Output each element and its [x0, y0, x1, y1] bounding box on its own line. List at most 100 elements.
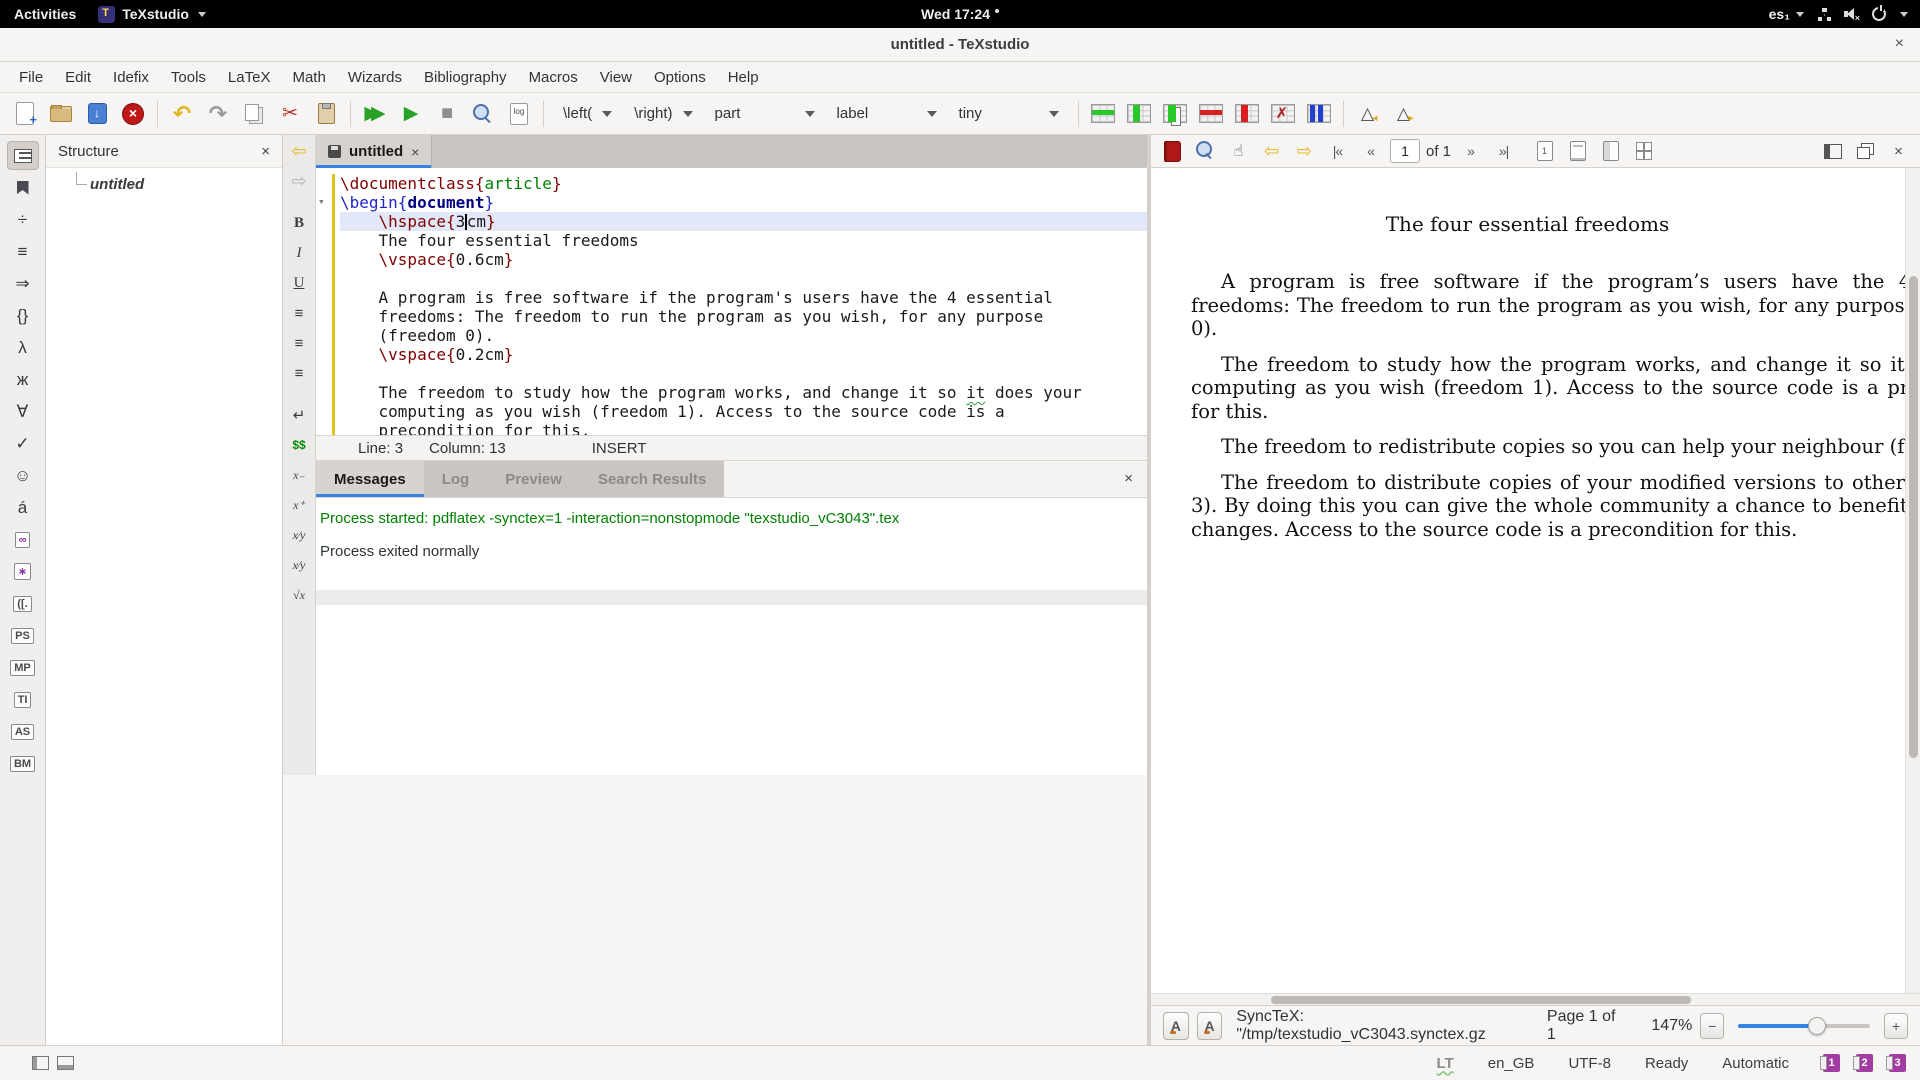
menu-view[interactable]: View	[589, 64, 643, 91]
symbols-misc-icon[interactable]: ☺	[7, 461, 39, 490]
go-back-icon[interactable]: ⇦	[1258, 138, 1285, 164]
line-ending-indicator[interactable]: Automatic	[1722, 1055, 1789, 1072]
structure-close-button[interactable]: ×	[261, 143, 270, 160]
messages-close-button[interactable]: ×	[1124, 470, 1133, 487]
bookmark-1-icon[interactable]: 1	[1823, 1054, 1840, 1072]
languagetool-indicator[interactable]: LT	[1437, 1055, 1454, 1072]
jump-forward-icon[interactable]: ⇨	[286, 169, 312, 193]
align-left-icon[interactable]: ≡	[286, 301, 312, 325]
add-table-row-icon[interactable]	[1088, 100, 1118, 128]
activities-button[interactable]: Activities	[14, 6, 76, 22]
menu-wizards[interactable]: Wizards	[337, 64, 413, 91]
right-delimiter-combo[interactable]: \right)	[624, 101, 702, 126]
zoom-tool-icon[interactable]	[1192, 138, 1219, 164]
align-right-icon[interactable]: ≡	[286, 361, 312, 385]
math-relations-icon[interactable]: ≡	[7, 237, 39, 266]
menu-help[interactable]: Help	[717, 64, 770, 91]
zoom-out-button[interactable]: −	[1700, 1013, 1724, 1039]
menu-tools[interactable]: Tools	[160, 64, 217, 91]
menu-bibliography[interactable]: Bibliography	[413, 64, 518, 91]
pan-tool-icon[interactable]: ☝	[1225, 138, 1252, 164]
code-editor[interactable]: ▾ \documentclass{article}\begin{document…	[316, 168, 1147, 435]
build-and-view-icon[interactable]: ▶▶	[360, 100, 390, 128]
superscript-icon[interactable]: x⁺	[286, 493, 312, 517]
math-delimiters-icon[interactable]: {}	[7, 301, 39, 330]
compile-icon[interactable]: ▶	[396, 100, 426, 128]
accented-letters-icon[interactable]: á	[7, 493, 39, 522]
two-page-mode-icon[interactable]	[1597, 138, 1624, 164]
tab-messages[interactable]: Messages	[316, 461, 424, 497]
pdf-horizontal-scrollbar[interactable]	[1151, 993, 1920, 1005]
menu-edit[interactable]: Edit	[54, 64, 102, 91]
remove-table-column-icon[interactable]	[1232, 100, 1262, 128]
special-symbols-icon[interactable]: ∗	[7, 557, 39, 586]
metapost-panel-icon[interactable]: MP	[7, 653, 39, 682]
left-delimiter-combo[interactable]: \left(	[553, 101, 622, 126]
pdf-page-view[interactable]: The four essential freedoms A program is…	[1151, 168, 1920, 993]
inline-fraction-icon[interactable]: x⁄y	[286, 523, 312, 547]
asymptote-panel-icon[interactable]: AS	[7, 717, 39, 746]
inline-math-icon[interactable]: $$	[286, 433, 312, 457]
close-document-icon[interactable]	[118, 100, 148, 128]
jump-back-icon[interactable]: ⇦	[286, 139, 312, 163]
toggle-side-panel-icon[interactable]	[32, 1056, 49, 1070]
tikz-panel-icon[interactable]: TI	[7, 685, 39, 714]
clock[interactable]: Wed 17:24	[921, 6, 999, 22]
stop-compile-icon[interactable]: ■	[432, 100, 462, 128]
menu-file[interactable]: File	[8, 64, 54, 91]
pdf-vertical-scrollbar[interactable]	[1905, 168, 1920, 993]
editor-tab-close-icon[interactable]: ×	[411, 144, 419, 160]
keyboard-layout-indicator[interactable]: es₁	[1769, 6, 1804, 22]
font-embed-toggle-a[interactable]: A	[1163, 1012, 1189, 1040]
open-document-icon[interactable]	[46, 100, 76, 128]
toggle-bottom-panel-icon[interactable]	[57, 1056, 74, 1070]
menu-options[interactable]: Options	[643, 64, 717, 91]
toggle-side-panel-icon[interactable]	[1819, 138, 1846, 164]
bold-icon[interactable]: B	[286, 211, 312, 235]
structure-tree[interactable]: untitled	[46, 168, 282, 1045]
previous-page-icon[interactable]: «	[1357, 138, 1384, 164]
redo-icon[interactable]: ↷	[203, 100, 233, 128]
tab-search-results[interactable]: Search Results	[580, 461, 724, 497]
menu-idefix[interactable]: Idefix	[102, 64, 160, 91]
math-arrows-icon[interactable]: ⇒	[7, 269, 39, 298]
cyrillic-letters-icon[interactable]: ж	[7, 365, 39, 394]
fraction-icon[interactable]: x∕y	[286, 553, 312, 577]
greek-letters-icon[interactable]: λ	[7, 333, 39, 362]
sectioning-combo[interactable]: part	[705, 101, 825, 126]
infinity-symbols-icon[interactable]: ∞	[7, 525, 39, 554]
detach-viewer-icon[interactable]	[1852, 138, 1879, 164]
continuous-mode-icon[interactable]	[1564, 138, 1591, 164]
language-indicator[interactable]: en_GB	[1488, 1055, 1535, 1072]
structure-tree-item-untitled[interactable]: untitled	[74, 176, 282, 193]
go-forward-icon[interactable]: ⇨	[1291, 138, 1318, 164]
structure-panel-icon[interactable]	[7, 141, 39, 170]
system-tray[interactable]: ×	[1818, 7, 1908, 21]
square-root-icon[interactable]: √x	[286, 583, 312, 607]
next-warning-icon[interactable]: △▸	[1389, 100, 1419, 128]
scrollbar-thumb[interactable]	[1909, 276, 1918, 758]
view-log-icon[interactable]	[504, 100, 534, 128]
single-page-mode-icon[interactable]	[1531, 138, 1558, 164]
paste-icon[interactable]	[311, 100, 341, 128]
zoom-in-button[interactable]: +	[1884, 1013, 1908, 1039]
newline-icon[interactable]: ↵	[286, 403, 312, 427]
math-operators-icon[interactable]: ÷	[7, 205, 39, 234]
zoom-slider-handle[interactable]	[1808, 1017, 1826, 1035]
paste-table-column-icon[interactable]	[1160, 100, 1190, 128]
italic-icon[interactable]: I	[286, 241, 312, 265]
menu-macros[interactable]: Macros	[518, 64, 589, 91]
math-misc-icon[interactable]: ∀	[7, 397, 39, 426]
zoom-slider[interactable]	[1738, 1013, 1870, 1039]
bookmark-3-icon[interactable]: 3	[1889, 1054, 1906, 1072]
align-center-icon[interactable]: ≡	[286, 331, 312, 355]
bookmarks-panel-icon[interactable]	[7, 173, 39, 202]
fold-marker-icon[interactable]: ▾	[318, 195, 325, 208]
grid-mode-icon[interactable]	[1630, 138, 1657, 164]
page-number-input[interactable]: 1	[1390, 139, 1420, 163]
new-document-icon[interactable]	[10, 100, 40, 128]
undo-icon[interactable]: ↶	[167, 100, 197, 128]
remove-table-row-icon[interactable]	[1196, 100, 1226, 128]
cut-icon[interactable]: ✂	[275, 100, 305, 128]
underline-icon[interactable]: U	[286, 271, 312, 295]
